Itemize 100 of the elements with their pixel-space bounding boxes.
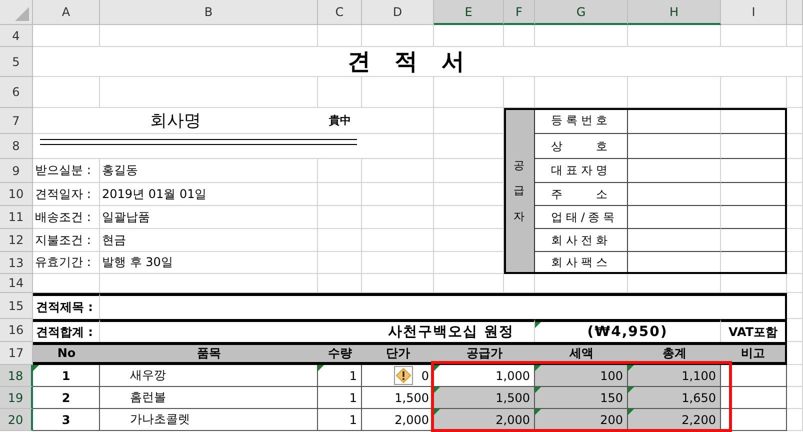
supplier-field-label: 등록번호 <box>551 113 611 128</box>
sheet-cell[interactable]: 견적합계 : <box>33 319 100 342</box>
table-cell: 2 <box>33 387 100 409</box>
field-label: 받으실분 : <box>35 162 91 179</box>
selected-cell: 1,500 <box>434 387 535 409</box>
row-header[interactable]: 16 <box>0 319 33 342</box>
field-label: 견적일자 : <box>35 186 91 202</box>
column-header[interactable]: A <box>33 0 100 25</box>
sheet-cell[interactable]: 업태/종목 <box>535 206 628 229</box>
sheet-cell[interactable]: 일괄납품 <box>100 206 318 229</box>
field-value: 발행 후 30일 <box>102 254 173 271</box>
sheet-cell[interactable]: 회사전화 <box>535 229 628 252</box>
supplier-field-label: 회사팩스 <box>551 255 611 270</box>
supplier-field-label: 주 소 <box>551 186 611 202</box>
sheet-cell[interactable]: VAT포함 <box>721 319 787 342</box>
column-header[interactable]: I <box>721 0 787 25</box>
selected-cell: 2,200 <box>628 409 721 431</box>
column-header[interactable]: C <box>318 0 362 25</box>
sheet-cell[interactable]: 사천구백오십 원정 <box>100 319 535 342</box>
column-header[interactable] <box>787 0 803 25</box>
warning-icon <box>396 368 411 383</box>
sheet-cell[interactable]: 대표자명 <box>535 159 628 183</box>
sheet-cell[interactable]: 등록번호 <box>535 108 628 134</box>
column-heading: No <box>33 342 100 365</box>
table-cell: 0 <box>362 365 434 387</box>
supplier-label: 공급자 <box>514 158 524 225</box>
column-header[interactable]: H <box>628 0 721 25</box>
company-name: 회사명 <box>150 110 201 132</box>
error-indicator-icon <box>628 387 634 393</box>
field-value: 현금 <box>102 232 126 248</box>
column-header[interactable]: G <box>535 0 628 25</box>
error-indicator-icon <box>535 322 541 328</box>
field-value: 일괄납품 <box>102 208 150 226</box>
sheet-cell[interactable]: 받으실분 : <box>33 159 100 183</box>
table-cell: 홈런볼 <box>100 387 318 409</box>
select-all-button[interactable] <box>0 0 33 25</box>
error-options-button[interactable] <box>394 366 413 385</box>
row-header[interactable]: 15 <box>0 293 33 319</box>
row-header[interactable]: 10 <box>0 183 33 206</box>
sheet-cell[interactable]: 발행 후 30일 <box>100 252 318 274</box>
row-header[interactable]: 19 <box>0 387 33 409</box>
row-header[interactable]: 12 <box>0 229 33 252</box>
sheet-cell[interactable]: 배송조건 : <box>33 206 100 229</box>
table-cell: 1 <box>318 365 362 387</box>
error-indicator-icon <box>628 409 634 415</box>
selected-cell: 100 <box>535 365 628 387</box>
row-header[interactable]: 17 <box>0 342 33 365</box>
error-indicator-icon <box>318 365 324 371</box>
sheet-cell[interactable]: 견적일자 : <box>33 183 100 206</box>
row-header[interactable]: 14 <box>0 274 33 293</box>
sheet-cell[interactable]: 견적제목 : <box>33 293 100 319</box>
sheet-cell[interactable]: 공급자 <box>504 108 535 274</box>
total-amount: (₩4,950) <box>587 324 668 340</box>
column-header[interactable]: F <box>504 0 535 25</box>
sheet-cell[interactable]: 현금 <box>100 229 318 252</box>
row-header[interactable]: 5 <box>0 47 33 77</box>
row-header[interactable]: 7 <box>0 108 33 134</box>
table-cell: 1 <box>33 365 100 387</box>
field-value: 2019년 01월 01일 <box>102 186 207 202</box>
select-all-icon[interactable] <box>15 7 29 21</box>
row-header[interactable]: 13 <box>0 252 33 274</box>
field-label: 지불조건 : <box>35 232 91 248</box>
selected-cell: 1,650 <box>628 387 721 409</box>
row-header[interactable]: 9 <box>0 159 33 183</box>
supplier-field-label: 회사전화 <box>551 232 611 248</box>
sheet-cell[interactable]: 홍길동 <box>100 159 318 183</box>
row-header[interactable]: 11 <box>0 206 33 229</box>
supplier-field-label: 상 호 <box>551 138 611 154</box>
row-header[interactable]: 8 <box>0 134 33 159</box>
error-indicator-icon <box>628 365 634 371</box>
column-header[interactable]: B <box>100 0 318 25</box>
error-indicator-icon <box>33 365 39 371</box>
document-title: 견 적 서 <box>347 48 472 77</box>
error-indicator-icon <box>535 409 541 415</box>
sheet-cell[interactable]: 2019년 01월 01일 <box>100 183 318 206</box>
field-label: 배송조건 : <box>35 208 91 226</box>
row-header[interactable]: 18 <box>0 365 33 387</box>
column-header[interactable]: D <box>362 0 434 25</box>
row-header[interactable]: 20 <box>0 409 33 431</box>
table-cell: 3 <box>33 409 100 431</box>
column-heading: 수량 <box>318 342 362 365</box>
error-indicator-icon <box>535 387 541 393</box>
selected-cell: 200 <box>535 409 628 431</box>
error-indicator-icon <box>434 409 440 415</box>
total-in-words: 사천구백오십 원정 <box>388 323 514 341</box>
row-header[interactable]: 4 <box>0 25 33 47</box>
sheet-cell[interactable]: 상 호 <box>535 134 628 159</box>
table-cell: 1 <box>318 387 362 409</box>
column-header[interactable]: E <box>434 0 504 25</box>
sheet-cell[interactable]: 지불조건 : <box>33 229 100 252</box>
row-header[interactable]: 6 <box>0 77 33 108</box>
table-cell: 1,000 <box>434 365 535 387</box>
field-value: 홍길동 <box>102 162 138 179</box>
selected-cell: 1,100 <box>628 365 721 387</box>
sheet-cell[interactable]: 주 소 <box>535 183 628 206</box>
sheet-cell[interactable]: 유효기간 : <box>33 252 100 274</box>
table-cell: 가나초콜렛 <box>100 409 318 431</box>
supplier-field-label: 대표자명 <box>551 163 611 178</box>
column-heading: 품목 <box>100 342 318 365</box>
sheet-cell[interactable]: (₩4,950) <box>535 319 721 342</box>
